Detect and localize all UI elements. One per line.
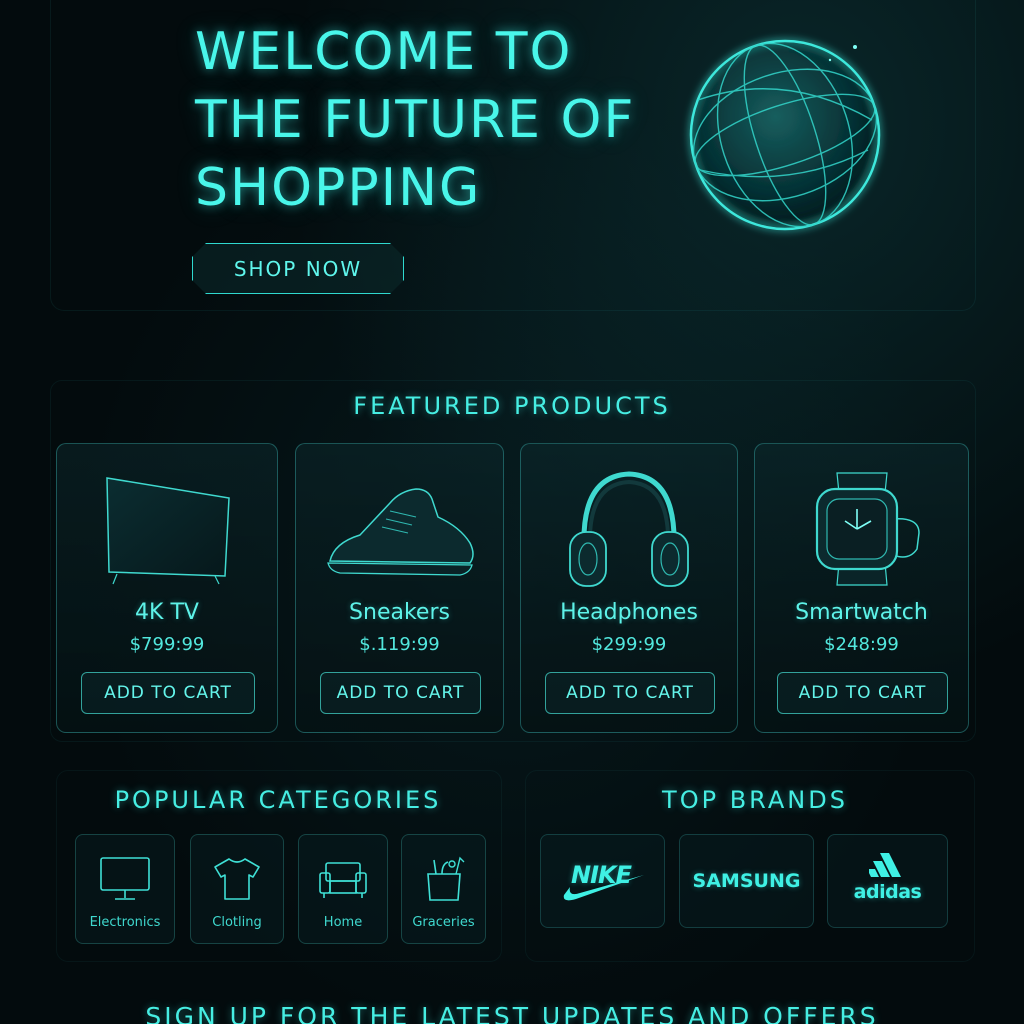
- product-name: 4K TV: [135, 600, 199, 625]
- category-label: Graceries: [412, 915, 475, 930]
- hero-title: WELCOME TO THE FUTURE OF SHOPPING: [195, 18, 675, 222]
- product-price: $.119:99: [359, 634, 440, 655]
- grocery-bag-icon: [402, 853, 485, 905]
- product-name: Sneakers: [349, 600, 450, 625]
- featured-products-title: FEATURED PRODUCTS: [353, 392, 671, 420]
- signup-banner: SIGN UP FOR THE LATEST UPDATES AND OFFER…: [145, 1002, 879, 1024]
- category-label: Home: [323, 915, 363, 930]
- hero-title-line-3: SHOPPING: [195, 158, 482, 218]
- category-groceries[interactable]: Graceries: [401, 834, 486, 944]
- add-to-cart-button[interactable]: ADD TO CART: [81, 672, 255, 714]
- add-to-cart-button[interactable]: ADD TO CART: [320, 672, 481, 714]
- category-label: Clotling: [212, 915, 262, 930]
- sofa-icon: [299, 853, 387, 905]
- hero-title-line-2: THE FUTURE OF: [195, 90, 636, 150]
- product-card: Headphones $299:99 ADD TO CART: [520, 443, 738, 733]
- category-label: Electronics: [89, 915, 161, 930]
- product-card: Smartwatch $248:99 ADD TO CART: [754, 443, 969, 733]
- add-to-cart-button[interactable]: ADD TO CART: [777, 672, 948, 714]
- product-card: 4K TV $799:99 ADD TO CART: [56, 443, 278, 733]
- brand-nike[interactable]: NIKE: [540, 834, 665, 928]
- category-clothing[interactable]: Clotling: [190, 834, 284, 944]
- product-price: $799:99: [129, 634, 205, 655]
- product-price: $248:99: [824, 634, 899, 655]
- product-card: Sneakers $.119:99 ADD TO CART: [295, 443, 504, 733]
- category-home[interactable]: Home: [298, 834, 388, 944]
- shop-now-button[interactable]: SHOP NOW: [192, 243, 404, 294]
- page: WELCOME TO THE FUTURE OF SHOPPING SHOP N…: [0, 0, 1024, 1024]
- brand-adidas[interactable]: adidas: [827, 834, 948, 928]
- brand-label: SAMSUNG: [692, 870, 801, 892]
- tshirt-icon: [191, 853, 283, 905]
- smartwatch-icon: [755, 458, 968, 598]
- category-electronics[interactable]: Electronics: [75, 834, 175, 944]
- headphones-icon: [521, 458, 737, 598]
- globe-icon: [689, 39, 881, 231]
- tv-icon: [57, 458, 277, 598]
- product-price: $299:99: [591, 634, 667, 655]
- product-name: Smartwatch: [795, 600, 928, 625]
- monitor-icon: [76, 853, 174, 905]
- top-brands-title: TOP BRANDS: [662, 786, 848, 814]
- brand-label: NIKE: [571, 861, 632, 889]
- brand-samsung[interactable]: SAMSUNG: [679, 834, 814, 928]
- hero-title-line-1: WELCOME TO: [195, 22, 573, 82]
- sneaker-icon: [296, 458, 503, 598]
- add-to-cart-button[interactable]: ADD TO CART: [545, 672, 715, 714]
- product-name: Headphones: [560, 600, 698, 625]
- adidas-stripes-icon: [869, 853, 901, 877]
- brand-label: adidas: [853, 881, 922, 903]
- popular-categories-title: POPULAR CATEGORIES: [114, 786, 442, 814]
